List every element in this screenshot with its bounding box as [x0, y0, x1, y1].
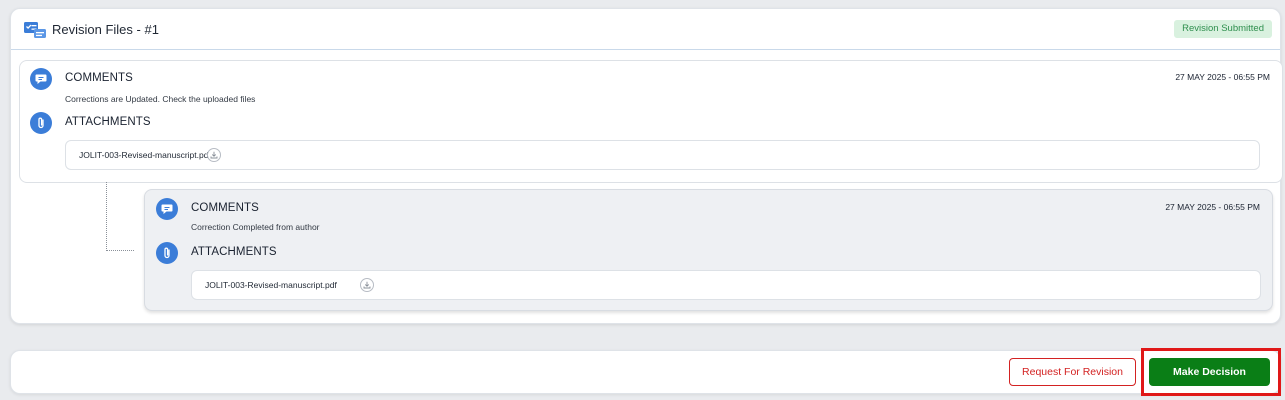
attachment-file-row: JOLIT-003-Revised-manuscript.pdf [191, 270, 1261, 300]
thread-connector [106, 182, 134, 251]
attachments-heading: ATTACHMENTS [191, 246, 277, 258]
attachments-heading: ATTACHMENTS [65, 116, 151, 128]
comment-icon [30, 68, 52, 90]
attachment-file-row: JOLIT-003-Revised-manuscript.pdf [65, 140, 1260, 170]
comment-timestamp: 27 MAY 2025 - 06:55 PM [1175, 72, 1270, 82]
comments-heading: COMMENTS [191, 202, 259, 214]
request-revision-button[interactable]: Request For Revision [1009, 358, 1136, 386]
status-badge: Revision Submitted [1174, 20, 1272, 38]
download-icon[interactable] [207, 148, 221, 162]
attachment-icon [156, 242, 178, 264]
comment-entry-reply: COMMENTS 27 MAY 2025 - 06:55 PM Correcti… [144, 189, 1273, 311]
make-decision-button[interactable]: Make Decision [1149, 358, 1270, 386]
task-list-icon [24, 21, 48, 39]
comment-text: Corrections are Updated. Check the uploa… [65, 94, 256, 104]
card-header: Revision Files - #1 Revision Submitted [11, 9, 1280, 50]
comment-icon [156, 198, 178, 220]
comment-timestamp: 27 MAY 2025 - 06:55 PM [1165, 202, 1260, 212]
attachment-file-name[interactable]: JOLIT-003-Revised-manuscript.pdf [205, 280, 337, 290]
comments-heading: COMMENTS [65, 72, 133, 84]
download-icon[interactable] [360, 278, 374, 292]
comment-text: Correction Completed from author [191, 222, 320, 232]
attachment-icon [30, 112, 52, 134]
attachment-file-name[interactable]: JOLIT-003-Revised-manuscript.pdf [79, 150, 211, 160]
comment-entry: COMMENTS 27 MAY 2025 - 06:55 PM Correcti… [19, 60, 1283, 183]
page-title: Revision Files - #1 [52, 22, 159, 37]
